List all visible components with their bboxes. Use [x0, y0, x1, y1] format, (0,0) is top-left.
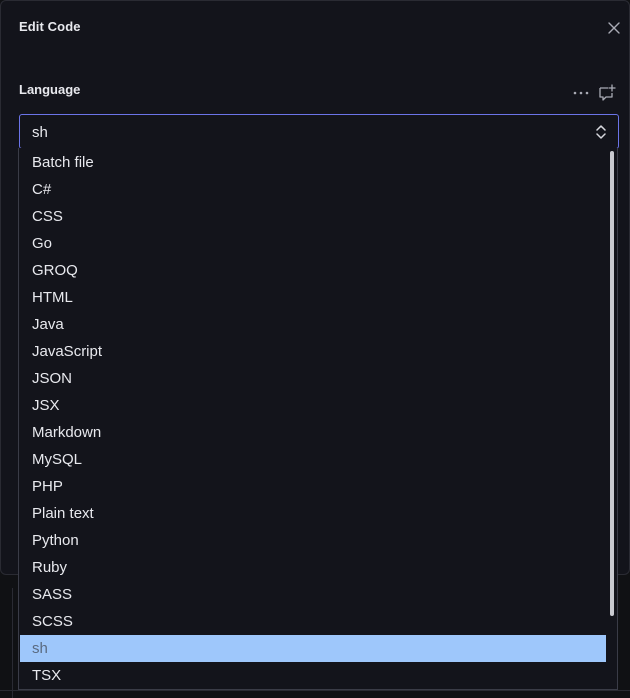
dropdown-option[interactable]: sh	[20, 635, 606, 662]
dropdown-option[interactable]: MySQL	[20, 446, 606, 473]
dropdown-option[interactable]: JavaScript	[20, 338, 606, 365]
dropdown-option[interactable]: C#	[20, 176, 606, 203]
language-dropdown-list[interactable]: Batch file C# CSS Go GROQ HTML Java JavaScript J…	[18, 148, 618, 690]
field-actions	[571, 83, 621, 103]
divider	[0, 690, 630, 691]
field-menu-button[interactable]	[571, 83, 591, 103]
dropdown-option[interactable]: HTML	[20, 284, 606, 311]
add-comment-icon	[599, 84, 616, 101]
dropdown-option[interactable]: Python	[20, 527, 606, 554]
close-icon	[608, 22, 620, 34]
add-comment-button[interactable]	[597, 83, 617, 103]
dropdown-option[interactable]: GROQ	[20, 257, 606, 284]
dropdown-option[interactable]: Markdown	[20, 419, 606, 446]
language-select-value: sh	[32, 124, 48, 141]
dropdown-scrollbar[interactable]	[608, 149, 616, 688]
dropdown-option[interactable]: Plain text	[20, 500, 606, 527]
close-button[interactable]	[603, 17, 625, 39]
dropdown-option[interactable]: Java	[20, 311, 606, 338]
dropdown-option[interactable]: SCSS	[20, 608, 606, 635]
dropdown-option[interactable]: CSS	[20, 203, 606, 230]
dropdown-option[interactable]: PHP	[20, 473, 606, 500]
ellipsis-icon	[573, 91, 589, 95]
dropdown-option[interactable]: JSX	[20, 392, 606, 419]
dropdown-option[interactable]: Batch file	[20, 149, 606, 176]
dropdown-option[interactable]: SASS	[20, 581, 606, 608]
dropdown-option[interactable]: Ruby	[20, 554, 606, 581]
dropdown-option[interactable]: TSX	[20, 662, 606, 689]
language-label: Language	[19, 82, 81, 97]
dialog-title: Edit Code	[19, 19, 81, 34]
language-select[interactable]: sh	[19, 114, 619, 149]
dropdown-option[interactable]: JSON	[20, 365, 606, 392]
dropdown-option[interactable]: Go	[20, 230, 606, 257]
chevron-up-down-icon	[596, 125, 606, 139]
scrollbar-thumb[interactable]	[610, 151, 614, 616]
